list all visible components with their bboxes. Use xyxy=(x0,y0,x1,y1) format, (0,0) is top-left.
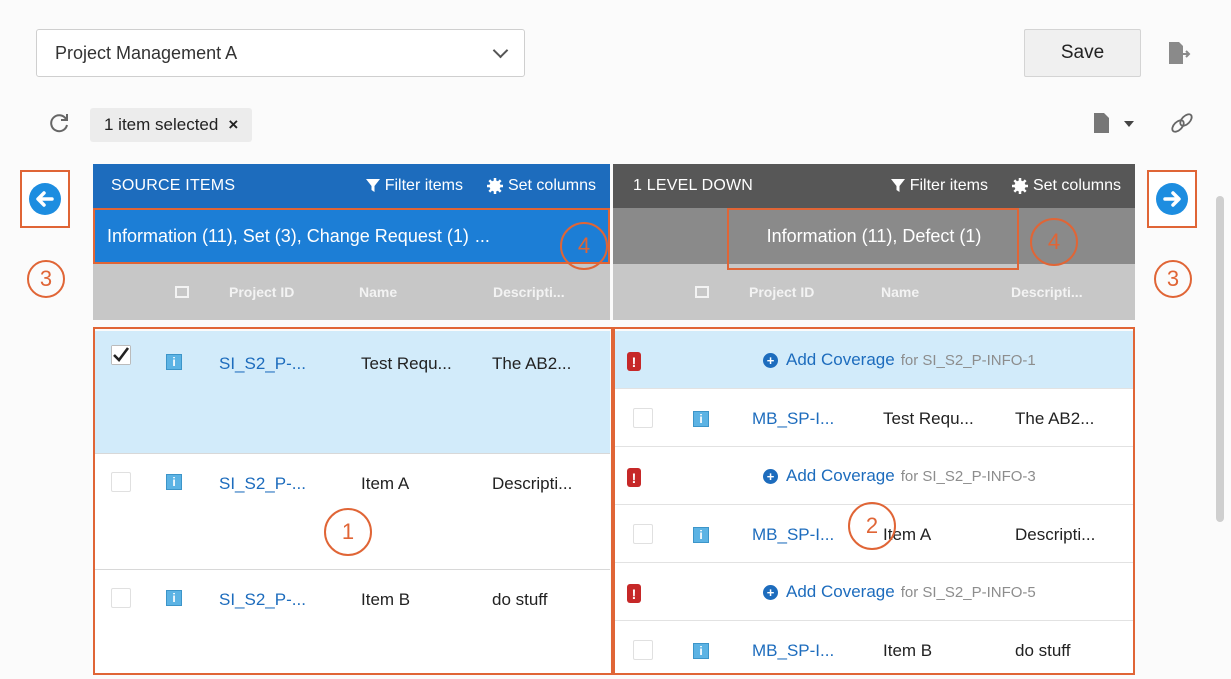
level-panel-header: 1 LEVEL DOWN Filter items Set columns xyxy=(613,164,1135,208)
navigate-up-button[interactable] xyxy=(20,170,70,228)
gear-icon xyxy=(1011,178,1028,194)
column-project-id[interactable]: Project ID xyxy=(229,284,294,300)
filter-icon xyxy=(890,179,905,192)
type-column-icon xyxy=(695,286,709,298)
level-panel-title: 1 LEVEL DOWN xyxy=(633,177,754,194)
level-grid-highlight xyxy=(613,327,1135,675)
filter-items-button[interactable]: Filter items xyxy=(890,177,988,195)
set-columns-button[interactable]: Set columns xyxy=(486,177,596,195)
column-name[interactable]: Name xyxy=(359,284,397,300)
navigate-down-button[interactable] xyxy=(1147,170,1197,228)
export-icon[interactable] xyxy=(1166,40,1192,66)
set-columns-label: Set columns xyxy=(507,177,596,194)
refresh-icon[interactable] xyxy=(46,110,72,136)
source-grid-highlight xyxy=(93,327,613,675)
scrollbar[interactable] xyxy=(1216,196,1224,522)
gear-icon xyxy=(486,178,503,194)
level-summary-highlight xyxy=(727,208,1019,270)
chevron-down-icon xyxy=(492,42,509,58)
annotation-marker-3: 3 xyxy=(27,260,65,298)
annotation-marker-4: 4 xyxy=(1030,218,1078,266)
type-column-icon xyxy=(175,286,189,298)
filter-items-label: Filter items xyxy=(384,177,463,194)
set-columns-label: Set columns xyxy=(1032,177,1121,194)
arrow-left-icon xyxy=(29,183,61,215)
column-project-id[interactable]: Project ID xyxy=(749,284,814,300)
annotation-marker-4: 4 xyxy=(560,222,608,270)
clear-selection-icon[interactable]: × xyxy=(228,115,238,135)
source-column-header: Project ID Name Descripti... xyxy=(93,264,610,320)
column-name[interactable]: Name xyxy=(881,284,919,300)
source-panel-title: SOURCE ITEMS xyxy=(111,177,236,194)
column-description[interactable]: Descripti... xyxy=(493,284,565,300)
arrow-right-icon xyxy=(1156,183,1188,215)
selection-text: 1 item selected xyxy=(104,115,219,134)
annotation-marker-2: 2 xyxy=(848,502,896,550)
project-select-value: Project Management A xyxy=(55,42,238,63)
annotation-marker-1: 1 xyxy=(324,508,372,556)
document-menu-icon[interactable] xyxy=(1090,112,1142,134)
column-description[interactable]: Descripti... xyxy=(1011,284,1083,300)
filter-items-button[interactable]: Filter items xyxy=(365,177,463,195)
annotation-marker-3: 3 xyxy=(1154,260,1192,298)
filter-items-label: Filter items xyxy=(909,177,988,194)
link-icon[interactable] xyxy=(1168,109,1196,137)
project-select[interactable]: Project Management A xyxy=(36,29,525,77)
level-column-header: Project ID Name Descripti... xyxy=(613,264,1135,320)
save-button[interactable]: Save xyxy=(1024,29,1141,77)
selection-chip: 1 item selected × xyxy=(90,108,253,142)
filter-icon xyxy=(365,179,380,192)
source-summary-highlight xyxy=(93,208,610,264)
source-panel-header: SOURCE ITEMS Filter items Set columns xyxy=(93,164,610,208)
set-columns-button[interactable]: Set columns xyxy=(1011,177,1121,195)
